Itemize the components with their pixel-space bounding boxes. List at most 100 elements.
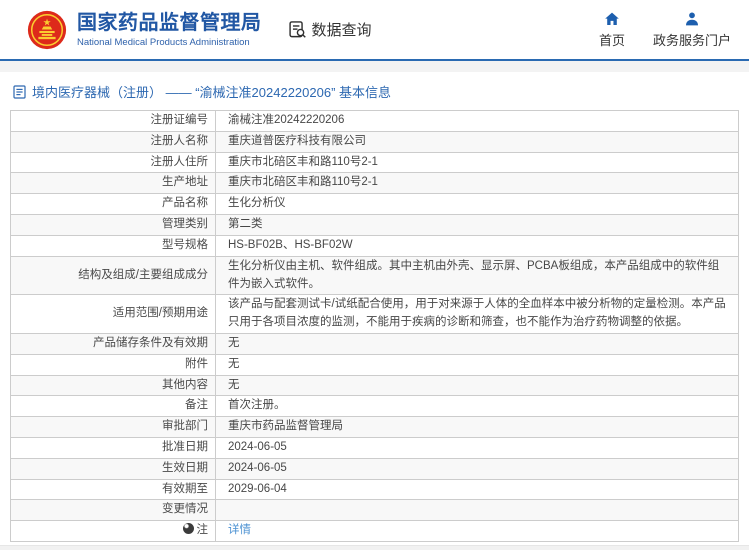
table-row: 注册人住所 重庆市北碚区丰和路110号2-1	[10, 151, 739, 174]
breadcrumb: 境内医疗器械（注册） —— “渝械注准20242220206” 基本信息	[13, 82, 749, 101]
row-label-text: 结构及组成/主要组成成分	[78, 268, 208, 281]
row-label-text: 型号规格	[162, 238, 208, 251]
site-header: ★ 国家药品监督管理局 National Medical Products Ad…	[0, 0, 749, 61]
table-row: 产品储存条件及有效期 无	[10, 332, 739, 355]
row-value: 无	[215, 374, 739, 397]
row-label-text: 备注	[185, 399, 208, 412]
row-label-text: 注册人住所	[150, 155, 209, 168]
row-label-text: 产品名称	[162, 197, 208, 210]
org-name-cn: 国家药品监督管理局	[77, 11, 262, 34]
table-row: 注册人名称 重庆道普医疗科技有限公司	[10, 130, 739, 153]
row-label: 型号规格	[10, 234, 216, 257]
info-table: 注册证编号 渝械注准20242220206 注册人名称 重庆道普医疗科技有限公司…	[10, 110, 739, 543]
row-label-text: 批准日期	[162, 441, 208, 453]
row-value: 重庆市药品监督管理局	[215, 416, 739, 438]
row-value: 首次注册。	[215, 395, 739, 418]
row-label-text: 注册人名称	[150, 134, 209, 147]
table-row: 注册证编号 渝械注准20242220206	[10, 110, 739, 132]
table-row: 批准日期 2024-06-05	[10, 437, 739, 459]
row-label-text: 有效期至	[162, 482, 208, 495]
row-label-text: 生产地址	[162, 176, 208, 189]
breadcrumb-text: 境内医疗器械（注册） —— “渝械注准20242220206” 基本信息	[32, 85, 392, 100]
row-label-text: 适用范围/预期用途	[112, 307, 208, 320]
row-value: 生化分析仪	[215, 193, 739, 216]
info-table-body: 注册证编号 渝械注准20242220206 注册人名称 重庆道普医疗科技有限公司…	[10, 110, 739, 543]
row-label: 批准日期	[10, 437, 216, 459]
row-label: 其他内容	[10, 374, 216, 397]
row-label: 附件	[10, 353, 216, 376]
table-row: 审批部门 重庆市药品监督管理局	[10, 416, 739, 438]
row-label-text: 生效日期	[162, 461, 208, 474]
row-label: 管理类别	[10, 214, 216, 236]
main-content: 境内医疗器械（注册） —— “渝械注准20242220206” 基本信息 注册证…	[0, 72, 749, 543]
header-nav: 首页 政务服务门户	[599, 11, 739, 49]
table-row: 适用范围/预期用途 该产品与配套测试卡/试纸配合使用，用于对来源于人体的全血样本…	[10, 294, 739, 334]
row-label: 备注	[10, 395, 216, 418]
row-value: 渝械注准20242220206	[215, 110, 739, 132]
row-label-text: 注	[196, 524, 209, 537]
row-label: 有效期至	[10, 478, 216, 501]
document-icon	[13, 84, 26, 99]
row-label-text: 管理类别	[162, 218, 208, 231]
row-value: 重庆市北碚区丰和路110号2-1	[215, 151, 739, 174]
header-gap-band	[0, 61, 749, 72]
nav-home[interactable]: 首页	[599, 11, 625, 49]
row-label: 产品名称	[10, 193, 216, 216]
row-value: 详情	[215, 520, 739, 543]
table-row: 生效日期 2024-06-05	[10, 457, 739, 480]
table-row: 其他内容 无	[10, 374, 739, 397]
footer-strip	[0, 545, 749, 550]
row-value: 该产品与配套测试卡/试纸配合使用，用于对来源于人体的全血样本中被分析物的定量检测…	[215, 294, 739, 334]
table-row: 产品名称 生化分析仪	[10, 193, 739, 216]
table-row: 型号规格 HS-BF02B、HS-BF02W	[10, 234, 739, 257]
row-label: 生效日期	[10, 457, 216, 480]
row-value: 2024-06-05	[215, 457, 739, 480]
row-value: 2024-06-05	[215, 437, 739, 459]
table-row: 管理类别 第二类	[10, 214, 739, 236]
table-row: 备注 首次注册。	[10, 395, 739, 418]
table-row: 变更情况	[10, 499, 739, 522]
home-icon	[605, 12, 619, 25]
row-label: 审批部门	[10, 416, 216, 438]
row-label-text: 其他内容	[162, 378, 208, 391]
site-logo[interactable]: ★ 国家药品监督管理局 National Medical Products Ad…	[26, 9, 262, 51]
data-query-button[interactable]: 数据查询	[288, 19, 372, 40]
note-dot-icon	[182, 523, 194, 535]
row-label: 生产地址	[10, 172, 216, 195]
row-value: 第二类	[215, 214, 739, 236]
nav-portal[interactable]: 政务服务门户	[653, 11, 731, 49]
row-label: 注册证编号	[10, 110, 216, 132]
table-row: 结构及组成/主要组成成分 生化分析仪由主机、软件组成。其中主机由外壳、显示屏、P…	[10, 255, 739, 296]
table-row: 注 详情	[10, 520, 739, 543]
nav-home-label: 首页	[598, 32, 625, 48]
row-label-text: 注册证编号	[150, 114, 209, 126]
row-label: 注册人住所	[10, 151, 216, 174]
row-label-text: 附件	[185, 357, 208, 370]
row-value: 生化分析仪由主机、软件组成。其中主机由外壳、显示屏、PCBA板组成，本产品组成中…	[215, 255, 739, 296]
row-value: 无	[215, 332, 739, 355]
org-titles: 国家药品监督管理局 National Medical Products Admi…	[77, 12, 262, 48]
nav-portal-label: 政务服务门户	[652, 32, 731, 48]
row-value	[215, 499, 739, 522]
org-name-en: National Medical Products Administration	[77, 36, 250, 48]
row-label: 结构及组成/主要组成成分	[10, 255, 216, 296]
national-emblem-icon: ★	[27, 10, 67, 49]
row-value: 重庆道普医疗科技有限公司	[215, 130, 739, 153]
table-row: 生产地址 重庆市北碚区丰和路110号2-1	[10, 172, 739, 195]
row-label: 变更情况	[10, 499, 216, 522]
data-query-label: 数据查询	[311, 22, 372, 39]
row-value: HS-BF02B、HS-BF02W	[215, 234, 739, 257]
user-icon	[685, 12, 698, 25]
table-row: 有效期至 2029-06-04	[10, 478, 739, 501]
row-value: 无	[215, 353, 739, 376]
row-value: 重庆市北碚区丰和路110号2-1	[215, 172, 739, 195]
row-label: 产品储存条件及有效期	[10, 332, 216, 355]
row-label: 注	[10, 520, 216, 543]
data-query-icon	[288, 21, 306, 38]
row-label-text: 审批部门	[162, 420, 208, 433]
details-link[interactable]: 详情	[228, 524, 251, 536]
row-label-text: 变更情况	[162, 503, 208, 516]
row-label-text: 产品储存条件及有效期	[93, 336, 208, 349]
row-value: 2029-06-04	[215, 478, 739, 501]
row-label: 适用范围/预期用途	[10, 294, 216, 334]
